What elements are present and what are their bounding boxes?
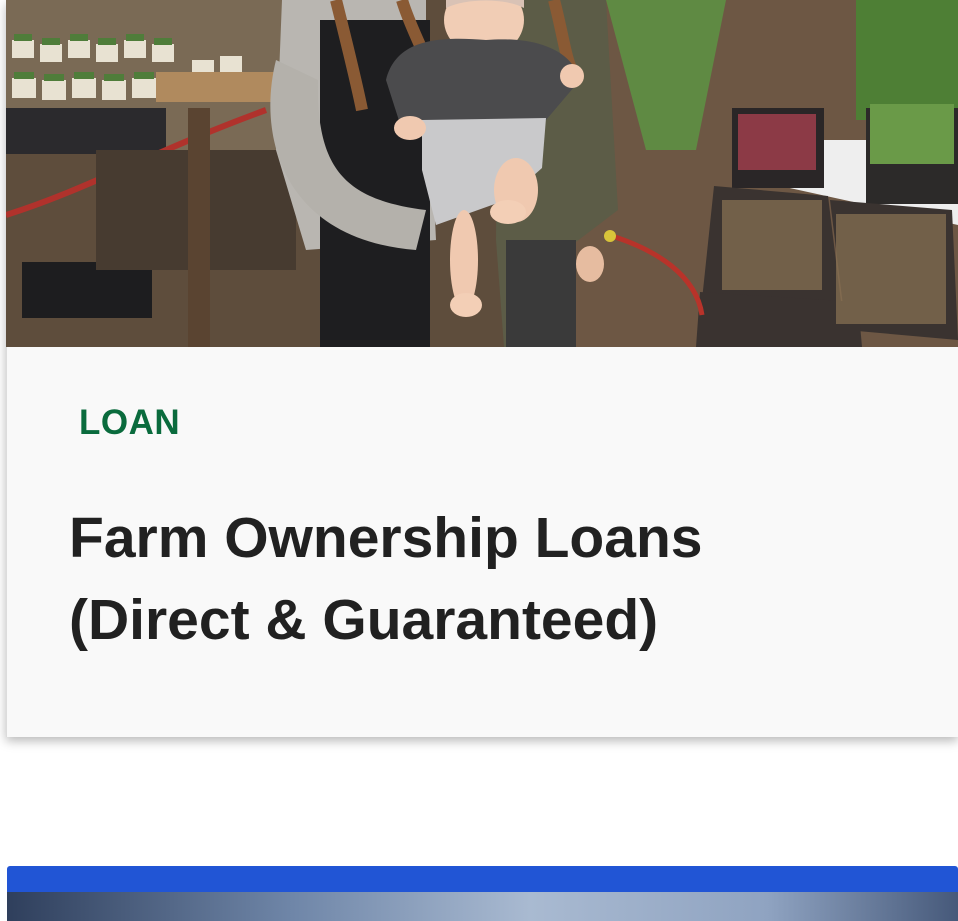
next-card[interactable]	[7, 866, 958, 921]
card-category-tag: LOAN	[79, 403, 181, 442]
greenhouse-photo-illustration	[6, 0, 958, 347]
card-title-link[interactable]: Farm Ownership Loans (Direct & Guarantee…	[69, 497, 889, 661]
page: LOAN Farm Ownership Loans (Direct & Guar…	[0, 0, 958, 921]
card-photo	[6, 0, 958, 347]
card-body: LOAN Farm Ownership Loans (Direct & Guar…	[6, 347, 958, 737]
next-card-photo	[7, 892, 958, 921]
loan-card-farm-ownership[interactable]: LOAN Farm Ownership Loans (Direct & Guar…	[6, 0, 958, 737]
